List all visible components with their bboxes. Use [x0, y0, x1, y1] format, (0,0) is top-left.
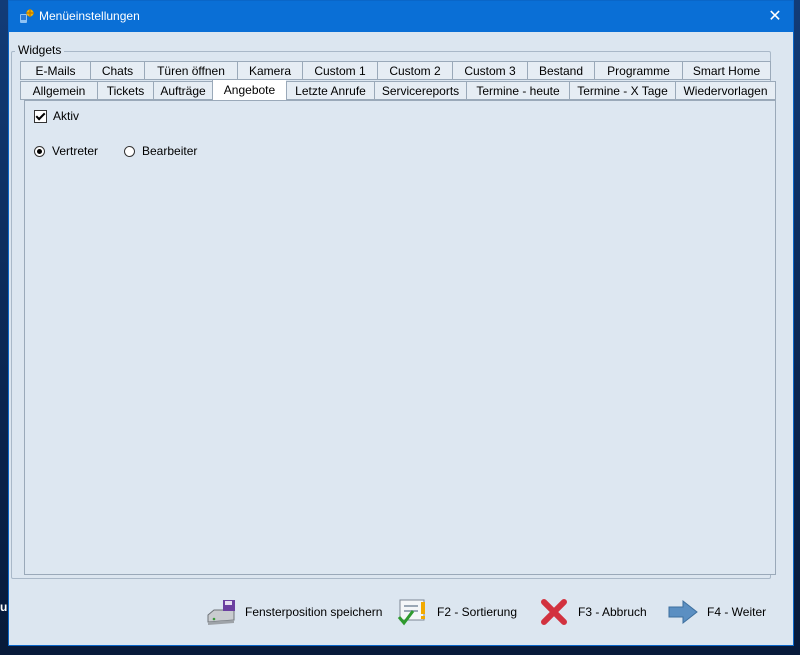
radio-unselected-icon	[124, 145, 135, 157]
arrow-right-icon	[668, 599, 698, 625]
tab-termine-x-tage[interactable]: Termine - X Tage	[569, 81, 675, 100]
cancel-label: F3 - Abbruch	[578, 605, 647, 619]
sort-button[interactable]: F2 - Sortierung	[397, 598, 517, 626]
red-x-icon	[541, 599, 567, 625]
tab-page-angebote	[24, 100, 776, 575]
tab-termine-heute[interactable]: Termine - heute	[466, 81, 569, 100]
tab-tueren-oeffnen[interactable]: Türen öffnen	[144, 61, 237, 80]
radio-bearbeiter-label: Bearbeiter	[142, 144, 198, 158]
app-icon	[20, 9, 34, 23]
close-icon: ✕	[768, 8, 782, 25]
radio-vertreter-label: Vertreter	[52, 144, 99, 158]
tab-programme[interactable]: Programme	[594, 61, 682, 80]
tab-e-mails[interactable]: E-Mails	[20, 61, 90, 80]
title-bar[interactable]: Menüeinstellungen ✕	[9, 1, 793, 32]
tab-allgemein[interactable]: Allgemein	[20, 81, 97, 100]
sort-label: F2 - Sortierung	[437, 605, 518, 619]
tab-custom-3[interactable]: Custom 3	[452, 61, 527, 80]
widgets-group-label: Widgets	[15, 43, 65, 57]
tab-wiedervorlagen[interactable]: Wiedervorlagen	[675, 81, 776, 100]
tab-letzte-anrufe[interactable]: Letzte Anrufe	[286, 81, 374, 100]
tab-row-2: Allgemein Tickets Aufträge Angebote Letz…	[20, 79, 776, 101]
aktiv-checkbox[interactable]: Aktiv	[34, 109, 79, 123]
tab-angebote[interactable]: Angebote	[212, 79, 286, 100]
next-button[interactable]: F4 - Weiter	[667, 598, 766, 626]
cancel-button[interactable]: F3 - Abbruch	[538, 598, 647, 626]
window-title: Menüeinstellungen	[39, 9, 140, 23]
tab-tickets[interactable]: Tickets	[97, 81, 153, 100]
tab-chats[interactable]: Chats	[90, 61, 144, 80]
tab-bestand[interactable]: Bestand	[527, 61, 594, 80]
tab-smart-home[interactable]: Smart Home	[682, 61, 771, 80]
radio-bearbeiter[interactable]: Bearbeiter	[124, 144, 197, 158]
save-window-position-label: Fensterposition speichern	[245, 605, 383, 619]
tab-row-1: E-Mails Chats Türen öffnen Kamera Custom…	[20, 61, 771, 81]
checklist-icon	[397, 599, 425, 626]
checkbox-checked-icon	[34, 109, 47, 123]
tab-kamera[interactable]: Kamera	[237, 61, 302, 80]
close-button[interactable]: ✕	[757, 1, 793, 32]
tab-servicereports[interactable]: Servicereports	[374, 81, 466, 100]
tab-auftraege[interactable]: Aufträge	[153, 81, 212, 100]
next-label: F4 - Weiter	[707, 605, 767, 619]
tab-custom-2[interactable]: Custom 2	[377, 61, 452, 80]
radio-selected-icon	[34, 145, 45, 157]
radio-vertreter[interactable]: Vertreter	[34, 144, 98, 158]
aktiv-label: Aktiv	[53, 109, 80, 123]
disk-drive-icon	[207, 600, 235, 625]
save-window-position-button[interactable]: Fensterposition speichern	[205, 598, 382, 626]
background-text-fragment: u	[0, 600, 8, 614]
tab-custom-1[interactable]: Custom 1	[302, 61, 377, 80]
